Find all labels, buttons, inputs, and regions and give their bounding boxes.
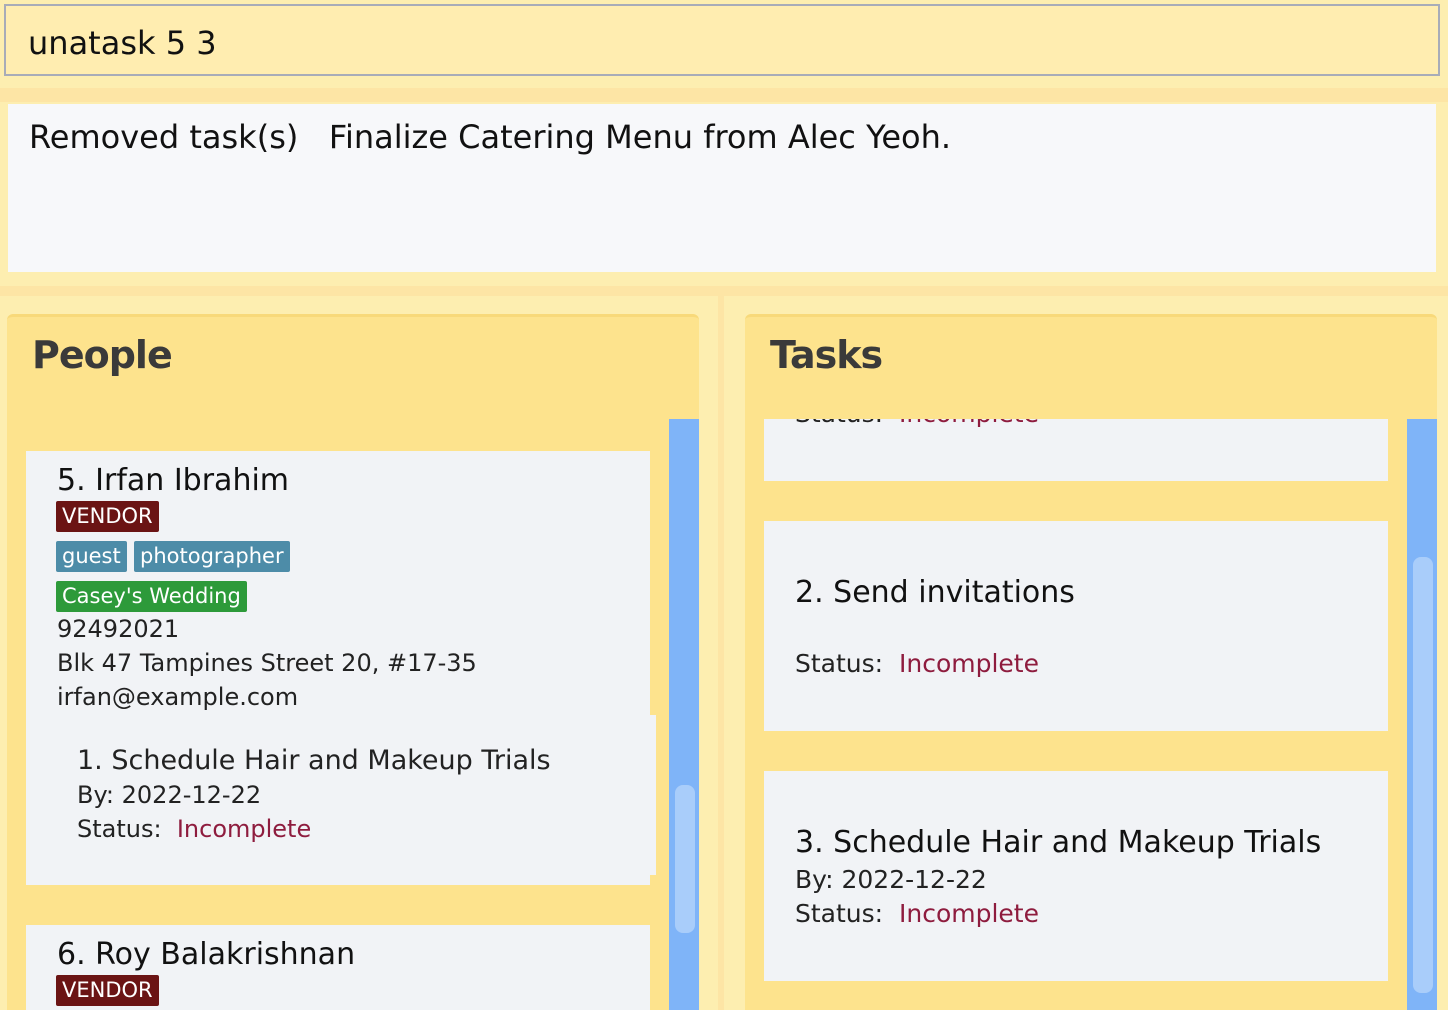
people-scrollbar-thumb[interactable]: [675, 785, 695, 933]
status-label: Status:: [795, 419, 883, 428]
result-display: Removed task(s) Finalize Catering Menu f…: [8, 104, 1436, 272]
result-text: Removed task(s) Finalize Catering Menu f…: [29, 118, 952, 156]
task-status: Status: Incomplete: [795, 419, 1039, 428]
person-task-status: Status: Incomplete: [77, 815, 311, 843]
panel-divider[interactable]: [718, 292, 724, 1010]
separator: [0, 88, 1448, 102]
people-scrollbar[interactable]: [669, 419, 699, 1010]
tasks-panel: Tasks Status: Incomplete 2. Send invitat…: [745, 314, 1437, 1010]
person-email: irfan@example.com: [57, 683, 299, 711]
wedding-tag: Casey's Wedding: [56, 581, 247, 612]
status-value: Incomplete: [176, 815, 312, 843]
task-by: By: 2022-12-22: [795, 865, 987, 894]
status-label: Status:: [795, 649, 884, 678]
task-status: Status: Incomplete: [795, 899, 1039, 928]
command-input[interactable]: unatask 5 3: [4, 4, 1440, 76]
vendor-tag: VENDOR: [56, 501, 159, 532]
separator: [0, 286, 1448, 296]
tasks-scrollbar[interactable]: [1407, 419, 1437, 1010]
person-task-title: 1. Schedule Hair and Makeup Trials: [77, 745, 551, 776]
task-card[interactable]: 3. Schedule Hair and Makeup Trials By: 2…: [764, 771, 1388, 981]
status-value: Incomplete: [899, 899, 1039, 928]
tasks-panel-title: Tasks: [770, 333, 883, 377]
guest-tag: guest: [56, 541, 127, 572]
command-input-text: unatask 5 3: [28, 24, 217, 62]
person-phone: 92492021: [57, 615, 180, 643]
task-status: Status: Incomplete: [795, 649, 1039, 678]
status-label: Status:: [795, 899, 884, 928]
person-card[interactable]: 5. Irfan Ibrahim VENDOR guest photograph…: [26, 451, 656, 885]
task-card[interactable]: 2. Send invitations Status: Incomplete: [764, 521, 1388, 731]
person-task-card[interactable]: 1. Schedule Hair and Makeup Trials By: 2…: [26, 715, 656, 875]
status-value: Incomplete: [899, 419, 1039, 428]
people-panel: People 5. Irfan Ibrahim VENDOR guest pho…: [7, 314, 699, 1010]
people-panel-title: People: [32, 333, 173, 377]
status-label: Status:: [77, 815, 162, 843]
person-name: 6. Roy Balakrishnan: [57, 937, 356, 972]
person-name: 5. Irfan Ibrahim: [57, 463, 290, 498]
task-title: 3. Schedule Hair and Makeup Trials: [795, 825, 1322, 860]
person-task-by: By: 2022-12-22: [77, 781, 262, 809]
tasks-scrollbar-thumb[interactable]: [1413, 557, 1433, 993]
vendor-tag: VENDOR: [56, 975, 159, 1006]
status-value: Incomplete: [899, 649, 1039, 678]
person-card[interactable]: 6. Roy Balakrishnan VENDOR: [26, 925, 650, 1010]
people-list[interactable]: 5. Irfan Ibrahim VENDOR guest photograph…: [7, 419, 699, 1010]
tasks-list[interactable]: Status: Incomplete 2. Send invitations S…: [745, 419, 1437, 1010]
task-card[interactable]: Status: Incomplete: [764, 419, 1388, 481]
person-address: Blk 47 Tampines Street 20, #17-35: [57, 649, 477, 677]
task-title: 2. Send invitations: [795, 575, 1075, 610]
photographer-tag: photographer: [134, 541, 290, 572]
